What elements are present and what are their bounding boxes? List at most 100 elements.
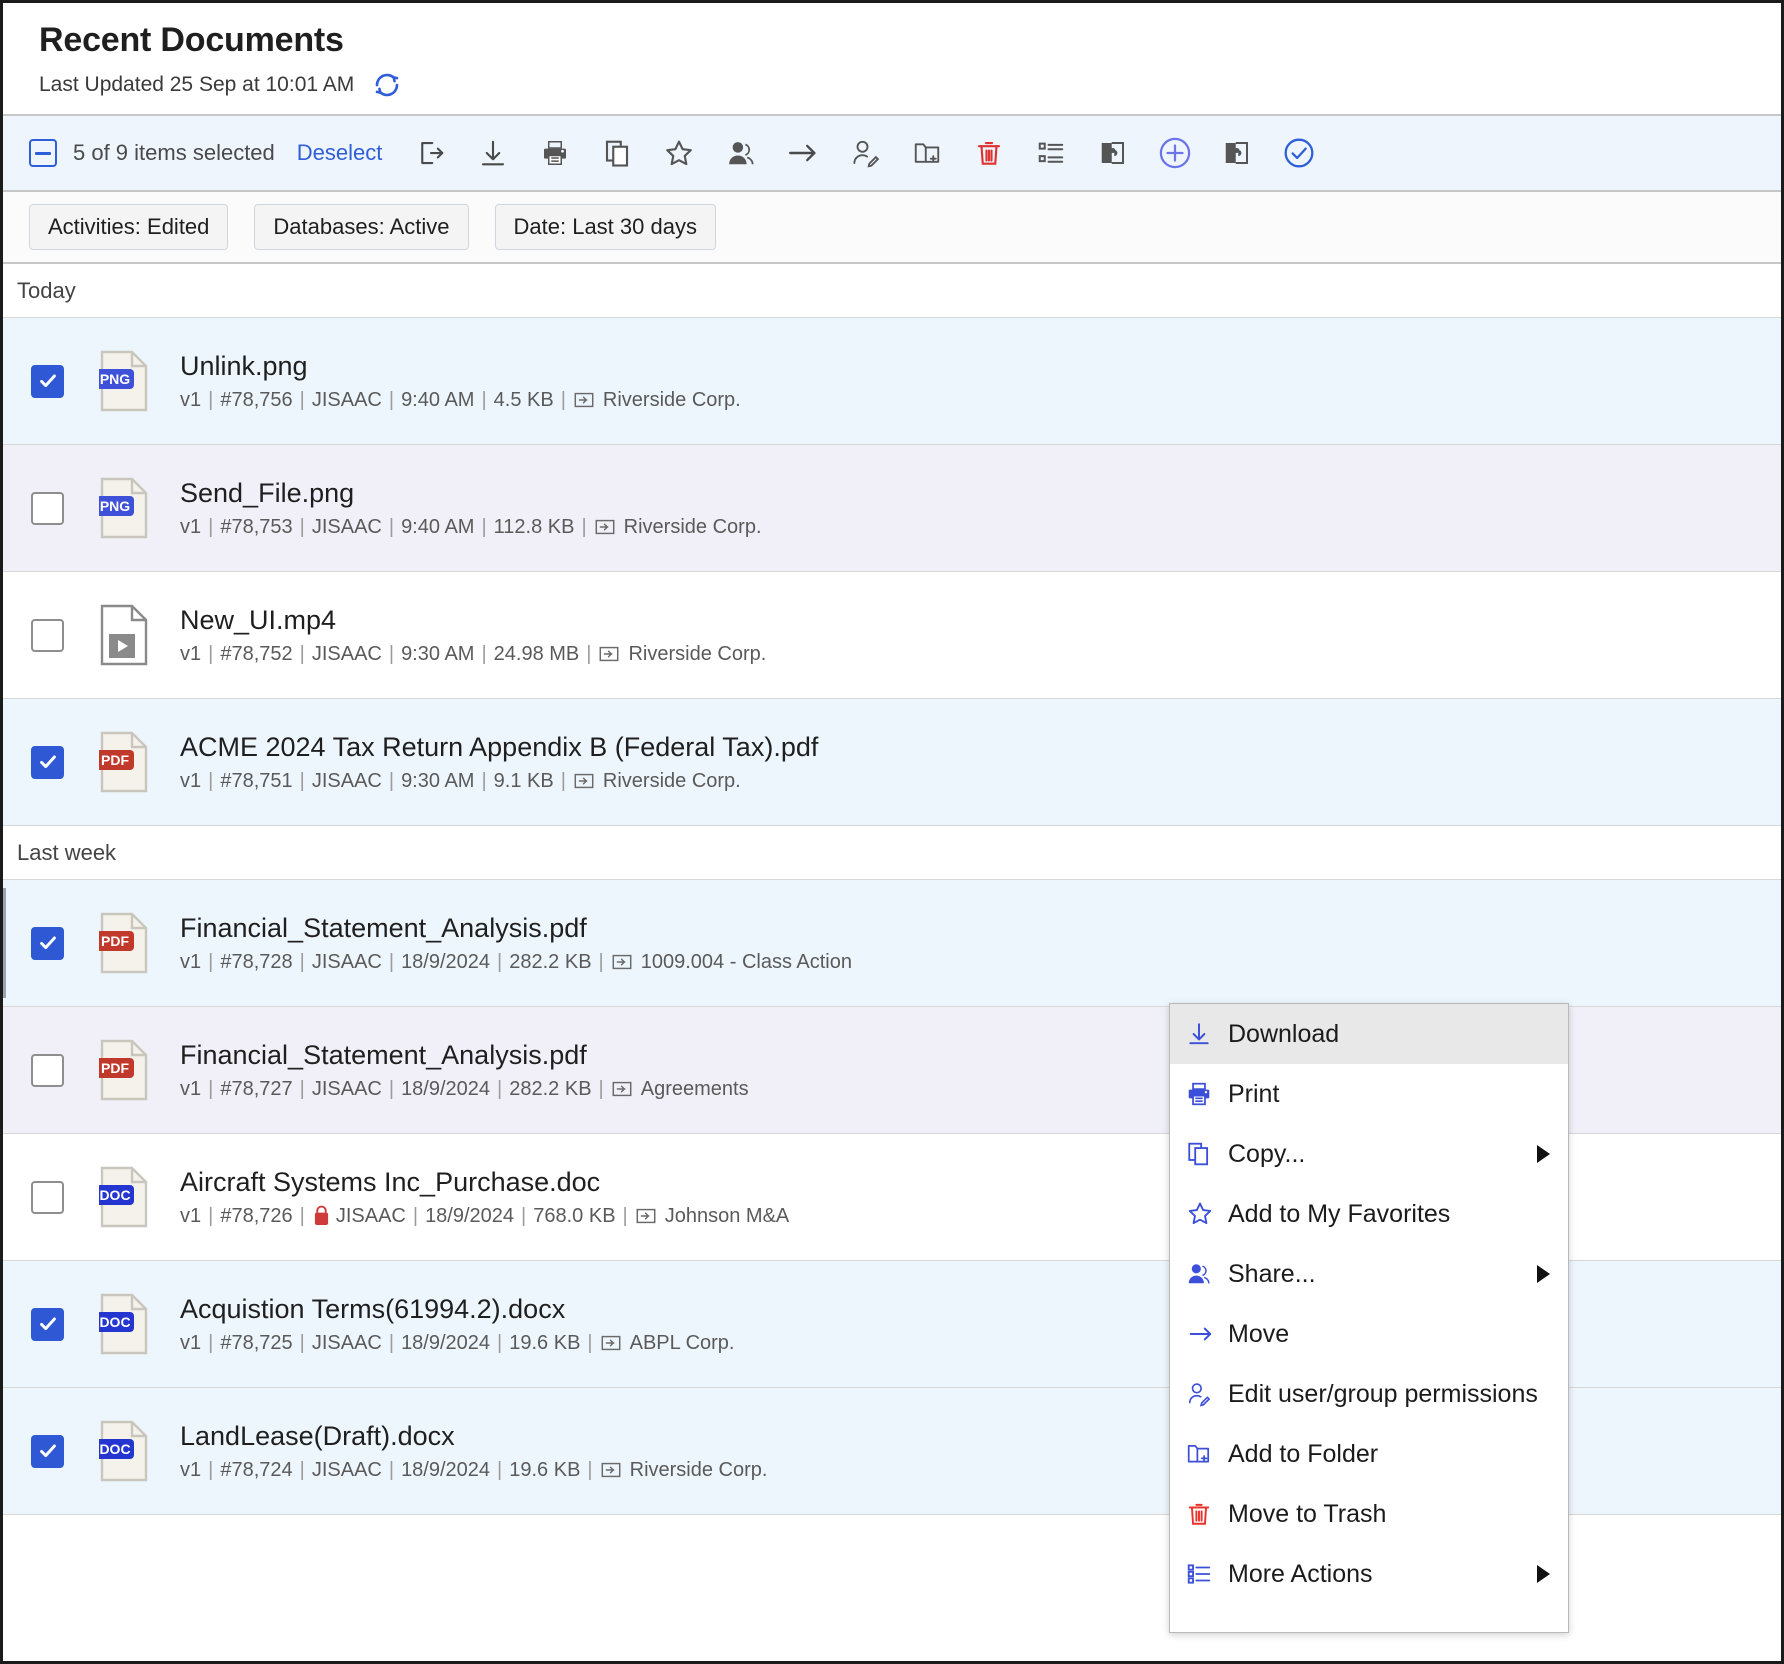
filter-chip-activities[interactable]: Activities: Edited: [29, 204, 229, 251]
meta-separator: |: [299, 642, 305, 665]
meta-separator: |: [299, 1331, 305, 1354]
document-row[interactable]: PDF Financial_Statement_Analysis.pdf v1 | #…: [3, 880, 1781, 1008]
trash-icon[interactable]: [958, 122, 1020, 184]
document-name: LandLease(Draft).docx: [180, 1420, 455, 1451]
meta-version: v1: [180, 642, 202, 665]
meta-separator: |: [481, 515, 487, 538]
context-menu-item[interactable]: Download: [1170, 1004, 1568, 1064]
deselect-link[interactable]: Deselect: [297, 140, 383, 166]
document-info: Aircraft Systems Inc_Purchase.doc v1 | #78,…: [180, 1167, 789, 1228]
meta-size: 112.8 KB: [493, 515, 575, 538]
meta-separator: |: [497, 950, 503, 973]
context-menu-item[interactable]: Share...: [1170, 1244, 1568, 1304]
meta-user: JISAAC: [311, 515, 382, 538]
meta-separator: |: [299, 1458, 305, 1481]
context-menu-item-label: Move: [1228, 1319, 1290, 1348]
check-circle-icon[interactable]: [1268, 122, 1330, 184]
meta-separator: |: [560, 769, 566, 792]
row-checkbox[interactable]: [31, 1307, 64, 1341]
context-menu-item[interactable]: Print: [1170, 1064, 1568, 1124]
meta-separator: |: [208, 388, 214, 411]
meta-user: JISAAC: [311, 769, 382, 792]
context-menu-item[interactable]: Add to Folder: [1170, 1424, 1568, 1484]
context-menu-item[interactable]: Add to My Favorites: [1170, 1184, 1568, 1244]
meta-separator: |: [299, 1204, 305, 1227]
database-icon: [600, 1332, 622, 1354]
meta-separator: |: [388, 1331, 395, 1354]
context-menu-item[interactable]: Move: [1170, 1304, 1568, 1364]
row-checkbox[interactable]: [31, 1180, 64, 1214]
puzzle-left-icon[interactable]: [1082, 122, 1144, 184]
context-menu-item[interactable]: More Actions: [1170, 1544, 1568, 1604]
doc-file-icon: DOC: [99, 1166, 148, 1228]
row-checkbox[interactable]: [31, 1053, 64, 1087]
meta-id: #78,727: [220, 1077, 293, 1100]
document-info: Acquistion Terms(61994.2).docx v1 | #78,725…: [180, 1294, 735, 1355]
meta-time: 18/9/2024: [401, 1331, 491, 1354]
row-checkbox[interactable]: [31, 745, 64, 779]
meta-separator: |: [497, 1077, 503, 1100]
share-user-icon[interactable]: [710, 122, 772, 184]
document-info: New_UI.mp4 v1 | #78,752 | JISAAC | 9:30 AM | 24.9…: [180, 605, 766, 666]
svg-text:PDF: PDF: [101, 752, 129, 768]
add-circle-icon[interactable]: [1144, 122, 1206, 184]
filter-chip-date[interactable]: Date: Last 30 days: [494, 204, 716, 251]
document-row[interactable]: PNG Unlink.png v1 | #78,756 | JISAAC | 9:40 AM |…: [3, 318, 1781, 446]
copy-icon: [1186, 1141, 1220, 1167]
meta-separator: |: [208, 1458, 214, 1481]
filter-chip-databases[interactable]: Databases: Active: [254, 204, 469, 251]
submenu-caret-icon: [1537, 1265, 1550, 1283]
meta-size: 24.98 MB: [493, 642, 580, 665]
more-actions-icon[interactable]: [1020, 122, 1082, 184]
file-type-icon: PNG: [96, 477, 154, 539]
add-to-folder-icon[interactable]: [896, 122, 958, 184]
star-icon[interactable]: [648, 122, 710, 184]
row-checkbox[interactable]: [31, 491, 64, 525]
meta-separator: |: [208, 769, 214, 792]
edit-permissions-icon[interactable]: [834, 122, 896, 184]
document-meta: v1 | #78,726 | JISAAC | 18/9/2024 | 768.0 KB | Jo…: [180, 1204, 789, 1228]
deselect-all-checkbox[interactable]: [29, 139, 57, 168]
meta-time: 18/9/2024: [401, 950, 491, 973]
meta-id: #78,751: [220, 769, 293, 792]
row-checkbox[interactable]: [31, 1434, 64, 1468]
refresh-icon[interactable]: [372, 70, 402, 100]
context-menu-item-label: Print: [1228, 1079, 1280, 1108]
document-name: Aircraft Systems Inc_Purchase.doc: [180, 1166, 601, 1197]
submenu-caret-icon: [1537, 1565, 1550, 1583]
document-meta: v1 | #78,725 | JISAAC | 18/9/2024 | 19.6 KB | ABP…: [180, 1331, 735, 1355]
context-menu-item[interactable]: Edit user/group permissions: [1170, 1364, 1568, 1424]
meta-separator: |: [598, 950, 604, 973]
database-icon: [598, 643, 620, 665]
meta-database: Johnson M&A: [664, 1204, 790, 1227]
print-icon[interactable]: [524, 122, 586, 184]
puzzle-right-icon[interactable]: [1206, 122, 1268, 184]
meta-id: #78,728: [220, 950, 293, 973]
meta-separator: |: [622, 1204, 628, 1227]
move-arrow-icon[interactable]: [772, 122, 834, 184]
exit-icon[interactable]: [400, 122, 462, 184]
row-checkbox[interactable]: [31, 618, 64, 652]
meta-time: 18/9/2024: [425, 1204, 515, 1227]
row-checkbox[interactable]: [31, 926, 64, 960]
document-row[interactable]: PDF ACME 2024 Tax Return Appendix B (Fed…: [3, 699, 1781, 827]
meta-version: v1: [180, 769, 202, 792]
meta-separator: |: [299, 515, 305, 538]
meta-size: 768.0 KB: [533, 1204, 616, 1227]
meta-separator: |: [388, 1077, 395, 1100]
document-row[interactable]: PNG Send_File.png v1 | #78,753 | JISAAC | 9:40 …: [3, 445, 1781, 573]
toolbar-actions: [400, 122, 1330, 184]
context-menu-item[interactable]: Move to Trash: [1170, 1484, 1568, 1544]
row-checkbox[interactable]: [31, 364, 64, 398]
context-menu-item[interactable]: Copy...: [1170, 1124, 1568, 1184]
document-name: Unlink.png: [180, 350, 308, 381]
context-menu-item-label: Edit user/group permissions: [1228, 1379, 1538, 1408]
document-row[interactable]: New_UI.mp4 v1 | #78,752 | JISAAC | 9:30 AM | 24.9…: [3, 572, 1781, 700]
png-file-icon: PNG: [99, 477, 148, 539]
download-icon[interactable]: [462, 122, 524, 184]
copy-icon[interactable]: [586, 122, 648, 184]
svg-text:PDF: PDF: [101, 1060, 129, 1076]
recent-documents-window: Recent Documents Last Updated 25 Sep at …: [0, 0, 1784, 1664]
group-header: Today: [3, 264, 1781, 319]
edit-permissions-icon: [1186, 1381, 1220, 1407]
